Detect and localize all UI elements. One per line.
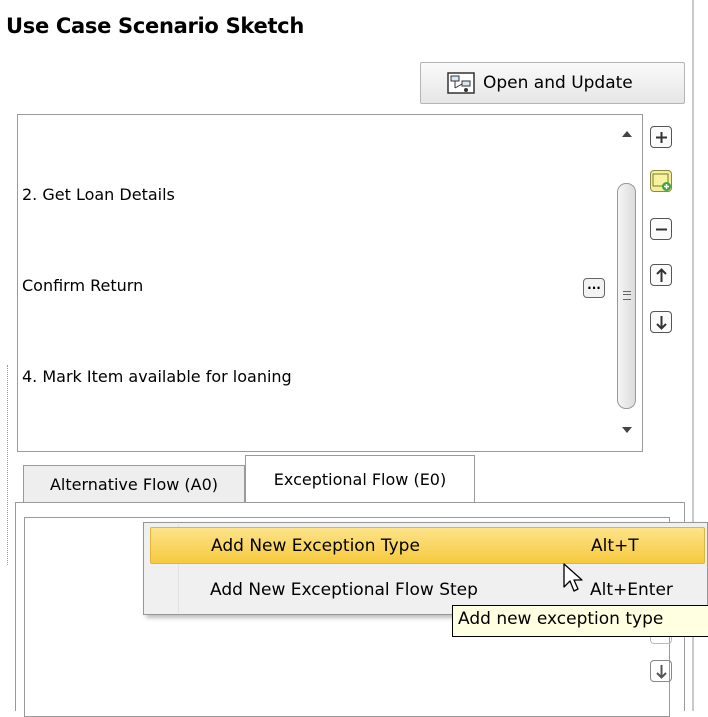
menu-item-shortcut: Alt+T bbox=[591, 536, 639, 556]
list-item[interactable]: 2. Get Loan Details bbox=[22, 185, 175, 204]
add-icon bbox=[656, 132, 667, 143]
open-and-update-label: Open and Update bbox=[483, 73, 633, 93]
open-and-update-button[interactable]: Open and Update bbox=[420, 62, 685, 104]
menu-item-add-new-exceptional-flow-step[interactable]: Add New Exceptional Flow Step Alt+Enter bbox=[150, 572, 705, 609]
remove-icon bbox=[656, 228, 667, 231]
edit-step-button[interactable]: ... bbox=[583, 278, 605, 298]
scenario-steps-list[interactable]: 2. Get Loan Details Confirm Return ... 4… bbox=[17, 114, 643, 452]
tab-alternative-flow[interactable]: Alternative Flow (A0) bbox=[23, 465, 245, 502]
menu-item-shortcut: Alt+Enter bbox=[590, 580, 673, 600]
remove-step-button[interactable] bbox=[650, 218, 672, 240]
add-note-icon bbox=[652, 173, 671, 191]
tab-exceptional-flow[interactable]: Exceptional Flow (E0) bbox=[245, 455, 475, 503]
focus-dotted-line bbox=[7, 365, 8, 565]
add-note-button[interactable] bbox=[650, 170, 672, 192]
move-up-icon bbox=[656, 268, 667, 282]
scroll-up-arrow-icon[interactable] bbox=[622, 131, 632, 137]
move-down-button[interactable] bbox=[650, 660, 672, 682]
scroll-down-arrow-icon[interactable] bbox=[622, 427, 632, 433]
context-menu: Add New Exception Type Alt+T Add New Exc… bbox=[143, 522, 708, 615]
panel-title: Use Case Scenario Sketch bbox=[6, 14, 304, 38]
mouse-pointer-icon bbox=[563, 563, 583, 592]
grip-icon bbox=[623, 291, 631, 300]
menu-item-label: Add New Exception Type bbox=[211, 536, 420, 556]
tab-label: Exceptional Flow (E0) bbox=[273, 470, 447, 489]
use-case-scenario-panel: Use Case Scenario Sketch Open and Update… bbox=[0, 0, 708, 717]
add-step-button[interactable] bbox=[650, 126, 672, 148]
list-item[interactable]: Confirm Return bbox=[22, 276, 143, 295]
move-down-button[interactable] bbox=[650, 311, 672, 333]
menu-item-add-new-exception-type[interactable]: Add New Exception Type Alt+T bbox=[150, 527, 705, 564]
scrollbar-thumb[interactable] bbox=[617, 183, 636, 409]
tooltip: Add new exception type bbox=[452, 605, 708, 637]
move-down-icon bbox=[656, 316, 667, 330]
menu-item-label: Add New Exceptional Flow Step bbox=[210, 580, 478, 600]
tab-label: Alternative Flow (A0) bbox=[49, 474, 219, 494]
diagram-icon bbox=[447, 72, 475, 94]
list-item[interactable]: 4. Mark Item available for loaning bbox=[22, 367, 292, 386]
move-down-icon bbox=[656, 665, 667, 679]
vertical-scrollbar[interactable] bbox=[616, 121, 638, 443]
move-up-button[interactable] bbox=[650, 264, 672, 286]
